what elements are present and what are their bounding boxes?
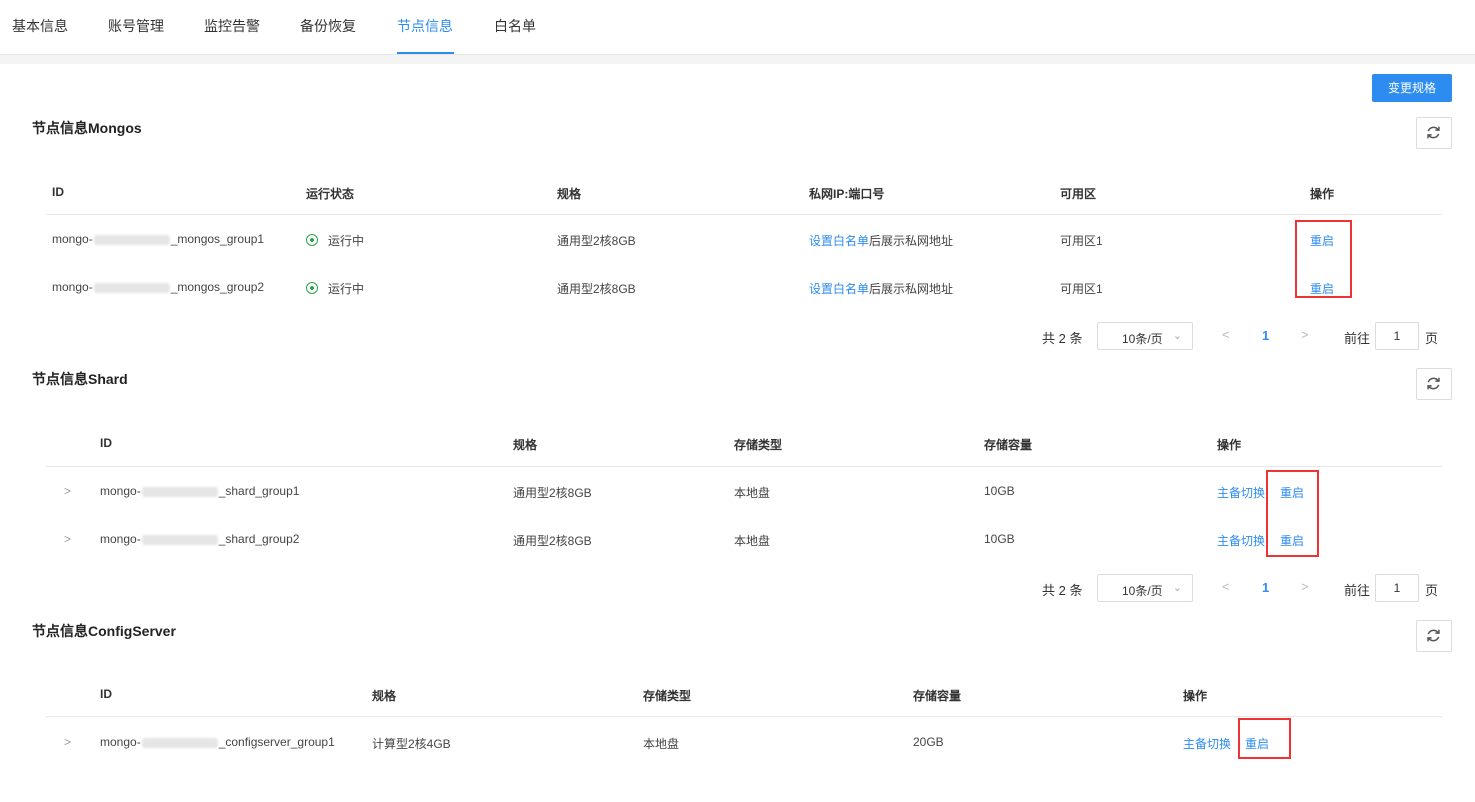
tab-bar-divider — [0, 55, 1475, 64]
configserver-section-title: 节点信息ConfigServer — [32, 623, 176, 639]
refresh-icon — [1427, 629, 1440, 642]
chevron-down-icon: ⌄ — [1172, 582, 1182, 594]
mongos-col-spec: 规格 — [557, 187, 582, 201]
expand-row-icon[interactable]: > — [64, 735, 71, 749]
mongos-row-2-id: mongo- _mongos_group2 — [52, 280, 265, 294]
mongos-col-actions: 操作 — [1310, 187, 1335, 201]
refresh-icon — [1427, 377, 1440, 390]
change-spec-button[interactable]: 变更规格 — [1372, 74, 1452, 102]
highlight-annotation-box — [1295, 220, 1352, 298]
goto-label: 前往 — [1344, 583, 1371, 598]
mongos-col-id: ID — [52, 185, 64, 199]
expand-row-icon[interactable]: > — [64, 484, 71, 498]
mongos-row-1-zone: 可用区1 — [1060, 234, 1103, 248]
highlight-annotation-box — [1266, 470, 1319, 557]
shard-row-2-id: mongo- _shard_group2 — [100, 532, 300, 546]
mongos-row-1-spec: 通用型2核8GB — [557, 234, 636, 248]
table-header-divider — [46, 214, 1442, 215]
set-whitelist-link[interactable]: 设置白名单 — [809, 234, 869, 248]
chevron-down-icon: ⌄ — [1172, 330, 1182, 342]
configserver-col-actions: 操作 — [1183, 689, 1208, 703]
tab-monitoring-alerts[interactable]: 监控告警 — [204, 16, 260, 36]
table-header-divider — [46, 716, 1442, 717]
redacted-id — [141, 737, 218, 748]
goto-label: 前往 — [1344, 331, 1371, 346]
mongos-row-2-status: 运行中 — [306, 280, 364, 297]
page-size-select[interactable]: 10条/页 ⌄ — [1097, 574, 1193, 602]
pager-current-page[interactable]: 1 — [1262, 328, 1269, 343]
mongos-row-1-status: 运行中 — [306, 232, 364, 249]
redacted-id — [141, 486, 218, 497]
configserver-col-capacity: 存储容量 — [913, 689, 962, 703]
prev-page-button[interactable]: < — [1222, 327, 1230, 342]
mongos-col-ip-port: 私网IP:端口号 — [809, 187, 885, 201]
refresh-icon — [1427, 126, 1440, 139]
shard-col-capacity: 存储容量 — [984, 438, 1033, 452]
configserver-row-1-storage-type: 本地盘 — [643, 737, 680, 751]
shard-col-id: ID — [100, 436, 112, 450]
mongos-row-1-ip: 设置白名单后展示私网地址 — [809, 234, 954, 248]
running-status-icon — [306, 234, 318, 246]
configserver-row-1-spec: 计算型2核4GB — [372, 737, 451, 751]
configserver-col-storage-type: 存储类型 — [643, 689, 692, 703]
running-status-icon — [306, 282, 318, 294]
shard-row-1-id: mongo- _shard_group1 — [100, 484, 300, 498]
mongos-row-2-zone: 可用区1 — [1060, 282, 1103, 296]
mongos-refresh-button[interactable] — [1416, 117, 1452, 149]
next-page-button[interactable]: > — [1301, 579, 1309, 594]
configserver-row-1-id: mongo- _configserver_group1 — [100, 735, 335, 749]
configserver-refresh-button[interactable] — [1416, 620, 1452, 652]
set-whitelist-link[interactable]: 设置白名单 — [809, 282, 869, 296]
table-header-divider — [46, 466, 1442, 467]
mongos-section-title: 节点信息Mongos — [32, 120, 142, 136]
shard-col-actions: 操作 — [1217, 438, 1242, 452]
mongos-col-zone: 可用区 — [1060, 187, 1097, 201]
configserver-row-1-capacity: 20GB — [913, 735, 944, 749]
redacted-id — [93, 234, 170, 245]
tab-backup-restore[interactable]: 备份恢复 — [300, 16, 356, 36]
pager-current-page[interactable]: 1 — [1262, 580, 1269, 595]
goto-page-input[interactable] — [1375, 574, 1419, 602]
redacted-id — [93, 282, 170, 293]
shard-row-2-capacity: 10GB — [984, 532, 1015, 546]
mongos-row-2-ip: 设置白名单后展示私网地址 — [809, 282, 954, 296]
shard-row-2-spec: 通用型2核8GB — [513, 534, 592, 548]
goto-page-input[interactable] — [1375, 322, 1419, 350]
shard-section-title: 节点信息Shard — [32, 371, 128, 387]
tab-whitelist[interactable]: 白名单 — [494, 16, 536, 36]
expand-row-icon[interactable]: > — [64, 532, 71, 546]
shard-row-1-storage-type: 本地盘 — [734, 486, 771, 500]
active-tab-indicator — [397, 52, 454, 54]
shard-row-1-spec: 通用型2核8GB — [513, 486, 592, 500]
configserver-col-spec: 规格 — [372, 689, 397, 703]
shard-col-storage-type: 存储类型 — [734, 438, 783, 452]
shard-row-2-storage-type: 本地盘 — [734, 534, 771, 548]
next-page-button[interactable]: > — [1301, 327, 1309, 342]
configserver-col-id: ID — [100, 687, 112, 701]
highlight-annotation-box — [1238, 718, 1291, 759]
pager-total: 共 2 条 — [1042, 583, 1083, 598]
pager-total: 共 2 条 — [1042, 331, 1083, 346]
redacted-id — [141, 534, 218, 545]
failover-button[interactable]: 主备切换 — [1217, 532, 1265, 549]
tab-node-info[interactable]: 节点信息 — [397, 16, 453, 36]
tab-basic-info[interactable]: 基本信息 — [12, 16, 68, 36]
goto-suffix: 页 — [1425, 331, 1439, 346]
mongos-col-status: 运行状态 — [306, 187, 355, 201]
goto-suffix: 页 — [1425, 583, 1439, 598]
tab-bar: 基本信息 账号管理 监控告警 备份恢复 节点信息 白名单 — [0, 0, 1475, 55]
shard-refresh-button[interactable] — [1416, 368, 1452, 400]
mongos-row-2-spec: 通用型2核8GB — [557, 282, 636, 296]
tab-account-management[interactable]: 账号管理 — [108, 16, 164, 36]
mongos-row-1-id: mongo- _mongos_group1 — [52, 232, 265, 246]
failover-button[interactable]: 主备切换 — [1183, 735, 1231, 752]
shard-col-spec: 规格 — [513, 438, 538, 452]
shard-row-1-capacity: 10GB — [984, 484, 1015, 498]
page-size-select[interactable]: 10条/页 ⌄ — [1097, 322, 1193, 350]
prev-page-button[interactable]: < — [1222, 579, 1230, 594]
failover-button[interactable]: 主备切换 — [1217, 484, 1265, 501]
